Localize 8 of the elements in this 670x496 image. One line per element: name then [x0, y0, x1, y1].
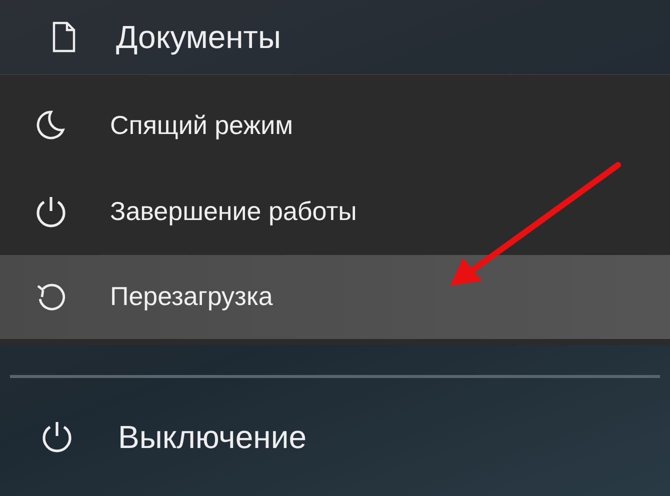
- power-menu-item[interactable]: Спящий режим: [0, 82, 670, 169]
- power-icon: [34, 194, 68, 229]
- document-icon: [52, 20, 76, 53]
- menu-item-label[interactable]: Выключение: [118, 412, 306, 461]
- menu-item-label[interactable]: Документы: [116, 12, 281, 61]
- power-menu-item[interactable]: Завершение работы: [0, 168, 670, 255]
- power-icon: [40, 420, 74, 454]
- power-menu-item[interactable]: Перезагрузка: [0, 254, 670, 339]
